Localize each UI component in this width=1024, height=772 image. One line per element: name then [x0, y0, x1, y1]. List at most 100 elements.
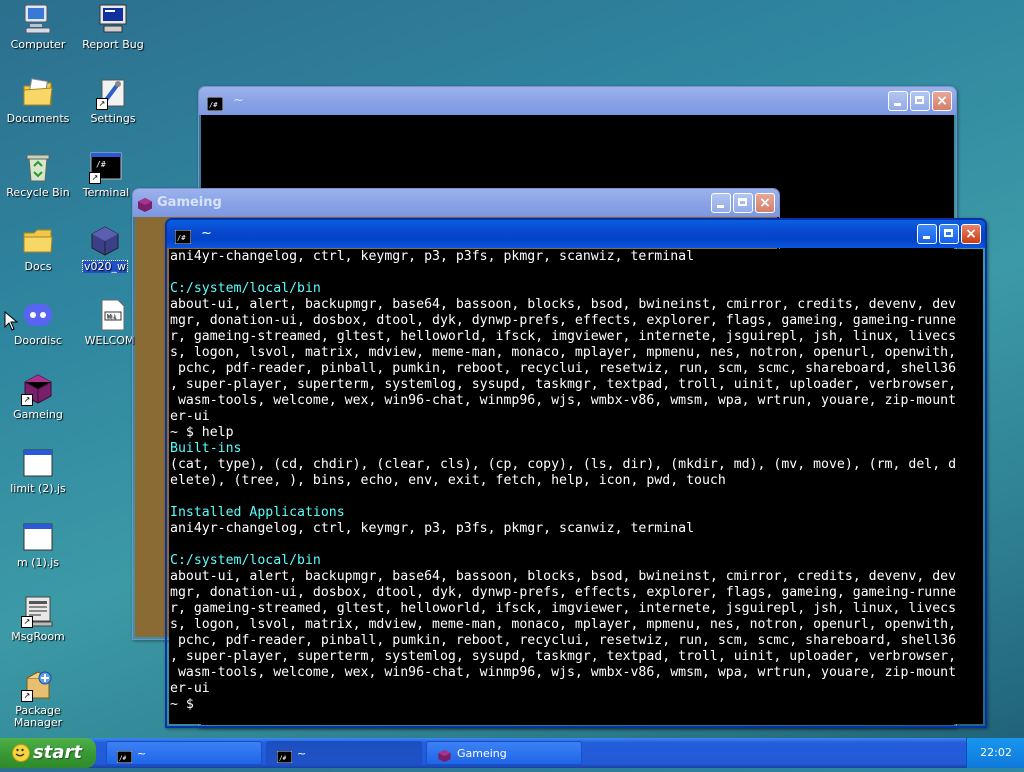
- close-icon: ×: [965, 226, 977, 242]
- front-terminal-window[interactable]: /# ~ × ani4yr-changelog, ctrl, keymgr, p…: [165, 218, 987, 728]
- minimize-button[interactable]: [711, 193, 731, 213]
- desktop-icon-m-js[interactable]: m (1).js: [0, 520, 76, 569]
- terminal-line: s, logon, lsvol, matrix, mdview, meme-ma…: [170, 345, 957, 360]
- maximize-button[interactable]: [910, 91, 930, 111]
- terminal-line: about-ui, alert, backupmgr, base64, bass…: [170, 569, 957, 584]
- maximize-icon: [944, 229, 953, 237]
- terminal-line: Built-ins: [170, 441, 242, 456]
- desktop-icon-label: Settings: [90, 112, 136, 125]
- minimize-button[interactable]: [917, 224, 937, 244]
- terminal-line: ani4yr-changelog, ctrl, keymgr, p3, p3fs…: [170, 521, 695, 536]
- svg-text:/#: /#: [177, 234, 186, 242]
- terminal-line: ~ $: [170, 697, 194, 712]
- desktop-icon-label: Docs: [24, 260, 52, 273]
- taskbar-item-label: ~: [137, 747, 147, 760]
- start-button[interactable]: start: [0, 738, 96, 768]
- desktop-icon-label: m (1).js: [16, 556, 60, 569]
- desktop-icon-label: Computer: [10, 38, 66, 51]
- taskbar-item-terminal-1[interactable]: /# ~: [106, 741, 262, 765]
- minimize-icon: [717, 205, 724, 208]
- desktop-icon-label: Recycle Bin: [6, 186, 70, 199]
- folder-icon: [21, 224, 55, 258]
- desktop-icon-label: MsgRoom: [11, 630, 65, 643]
- minimize-icon: [894, 103, 901, 106]
- clock[interactable]: 22:02: [980, 746, 1012, 759]
- terminal-line: , super-player, superterm, systemlog, sy…: [170, 377, 957, 392]
- desktop-icon-report-bug[interactable]: Report Bug: [75, 2, 151, 51]
- computer-icon: [21, 2, 55, 36]
- window-title: ~: [201, 226, 212, 241]
- settings-icon: ↗: [96, 76, 130, 110]
- documents-folder-icon: [21, 76, 55, 110]
- system-tray: 22:02: [966, 738, 1024, 768]
- desktop-icon-label: Documents: [6, 112, 70, 125]
- terminal-line: pchc, pdf-reader, pinball, pumkin, reboo…: [170, 361, 957, 376]
- taskbar: start /# ~ /# ~ Gameing 22:02: [0, 738, 1024, 768]
- terminal-line: C:/system/local/bin: [170, 553, 321, 568]
- front-terminal-titlebar[interactable]: /# ~ ×: [167, 220, 985, 248]
- terminal-line: pchc, pdf-reader, pinball, pumkin, reboo…: [170, 633, 957, 648]
- cube-icon: [88, 224, 122, 258]
- desktop-icon-label: Doordisc: [13, 334, 63, 347]
- close-button[interactable]: ×: [932, 91, 952, 111]
- terminal-line: , super-player, superterm, systemlog, sy…: [170, 649, 957, 664]
- maximize-button[interactable]: [733, 193, 753, 213]
- taskbar-item-label: Gameing: [457, 747, 507, 760]
- desktop-icon-label: limit (2).js: [10, 482, 66, 495]
- terminal-line: C:/system/local/bin: [170, 281, 321, 296]
- gameing-cube-icon: [137, 196, 153, 212]
- desktop-icon-limit-js[interactable]: limit (2).js: [0, 446, 76, 495]
- terminal-line: about-ui, alert, backupmgr, base64, bass…: [170, 297, 957, 312]
- terminal-icon: /#: [276, 748, 293, 764]
- desktop-icon-documents[interactable]: Documents: [0, 76, 76, 125]
- terminal-line: r, gameing-streamed, gltest, helloworld,…: [170, 601, 957, 616]
- desktop-icon-recycle-bin[interactable]: Recycle Bin: [0, 150, 76, 199]
- shortcut-arrow-icon: ↗: [21, 690, 33, 702]
- gameing-cube-icon: ↗: [21, 372, 55, 406]
- package-manager-icon: ↗: [21, 668, 55, 702]
- desktop-icon-label: Package Manager: [13, 704, 63, 729]
- close-button[interactable]: ×: [755, 193, 775, 213]
- maximize-button[interactable]: [939, 224, 959, 244]
- desktop-icon-label: v020_w: [81, 260, 129, 273]
- terminal-output[interactable]: ani4yr-changelog, ctrl, keymgr, p3, p3fs…: [169, 249, 983, 724]
- window-title: Gameing: [157, 195, 222, 210]
- terminal-line: Installed Applications: [170, 505, 345, 520]
- discord-icon: [21, 298, 55, 332]
- markdown-file-icon: M↓: [96, 298, 130, 332]
- minimize-button[interactable]: [888, 91, 908, 111]
- window-file-icon: [21, 520, 55, 554]
- terminal-icon: /#: [206, 94, 224, 112]
- recycle-bin-icon: [21, 150, 55, 184]
- shortcut-arrow-icon: ↗: [21, 394, 33, 406]
- back-terminal-titlebar[interactable]: /# ~ ×: [199, 87, 956, 115]
- taskbar-item-label: ~: [297, 747, 307, 760]
- desktop-icon-computer[interactable]: Computer: [0, 2, 76, 51]
- shortcut-arrow-icon: ↗: [89, 172, 101, 184]
- desktop-icon-settings[interactable]: ↗ Settings: [75, 76, 151, 125]
- shortcut-arrow-icon: ↗: [96, 98, 108, 110]
- window-file-icon: [21, 446, 55, 480]
- terminal-line: mgr, donation-ui, dosbox, dtool, dyk, dy…: [170, 313, 957, 328]
- desktop-icon-msgroom[interactable]: ↗ MsgRoom: [0, 594, 76, 643]
- svg-text:/#: /#: [119, 755, 127, 762]
- terminal-line: (cat, type), (cd, chdir), (clear, cls), …: [170, 457, 957, 472]
- desktop-icon-terminal[interactable]: /# ↗ Terminal: [75, 150, 137, 199]
- close-button[interactable]: ×: [961, 224, 981, 244]
- desktop-icon-package-manager[interactable]: ↗ Package Manager: [0, 668, 76, 729]
- taskbar-item-gameing[interactable]: Gameing: [426, 741, 582, 765]
- mouse-cursor-icon: [4, 310, 19, 335]
- desktop-icon-docs[interactable]: Docs: [0, 224, 76, 273]
- terminal-line: elete), (tree, ), bins, echo, env, exit,…: [170, 473, 726, 488]
- gameing-titlebar[interactable]: Gameing ×: [133, 189, 779, 217]
- shortcut-arrow-icon: ↗: [21, 616, 33, 628]
- msgroom-icon: ↗: [21, 594, 55, 628]
- desktop-icon-gameing[interactable]: ↗ Gameing: [0, 372, 76, 421]
- taskbar-item-terminal-2[interactable]: /# ~: [266, 741, 422, 765]
- maximize-icon: [738, 198, 747, 206]
- desktop-icon-label: Gameing: [13, 408, 63, 421]
- terminal-icon: /#: [174, 227, 192, 245]
- desktop-icon-v020[interactable]: v020_w: [75, 224, 135, 273]
